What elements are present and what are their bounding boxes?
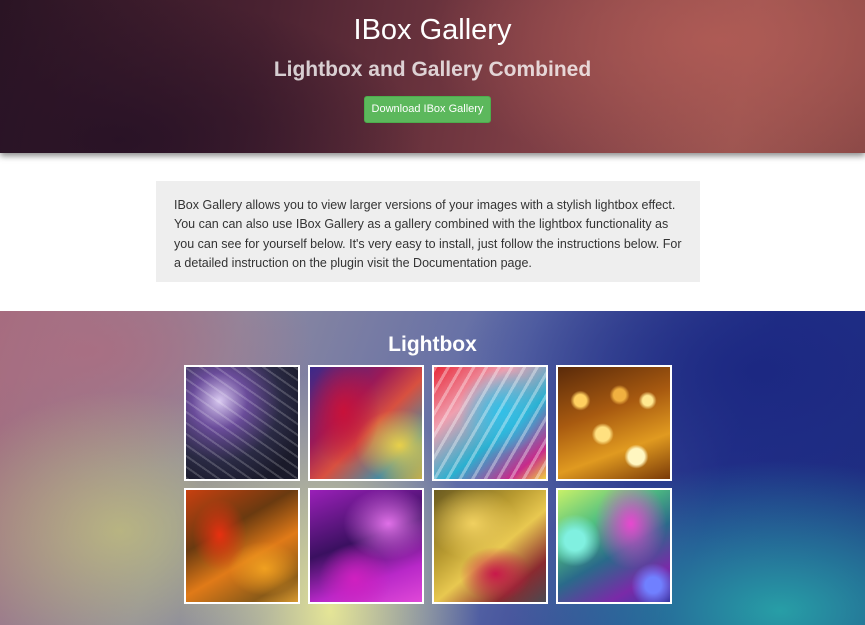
colorful-bokeh-image bbox=[558, 490, 670, 602]
golden-liquid-image bbox=[434, 490, 546, 602]
abstract-purple-swirls-image bbox=[186, 367, 298, 479]
orange-texture-image bbox=[186, 490, 298, 602]
gold-bokeh-image bbox=[558, 367, 670, 479]
gallery-thumbnail-5[interactable] bbox=[184, 488, 300, 604]
gallery-thumbnail-6[interactable] bbox=[308, 488, 424, 604]
magenta-crystals-image bbox=[310, 490, 422, 602]
download-button[interactable]: Download IBox Gallery bbox=[364, 96, 491, 123]
gallery-thumbnail-3[interactable] bbox=[432, 365, 548, 481]
page-title: IBox Gallery bbox=[353, 14, 512, 46]
gallery-thumbnail-4[interactable] bbox=[556, 365, 672, 481]
neon-paint-streaks-image bbox=[434, 367, 546, 479]
gallery-thumbnail-8[interactable] bbox=[556, 488, 672, 604]
blurred-rainbow-image bbox=[310, 367, 422, 479]
gallery-thumbnail-1[interactable] bbox=[184, 365, 300, 481]
hero-header: IBox Gallery Lightbox and Gallery Combin… bbox=[0, 0, 865, 153]
intro-description: IBox Gallery allows you to view larger v… bbox=[156, 181, 700, 282]
gallery-thumbnail-2[interactable] bbox=[308, 365, 424, 481]
gallery-thumbnail-7[interactable] bbox=[432, 488, 548, 604]
page-subtitle: Lightbox and Gallery Combined bbox=[273, 58, 592, 81]
lightbox-section: Lightbox bbox=[0, 311, 865, 625]
lightbox-heading: Lightbox bbox=[388, 333, 477, 356]
